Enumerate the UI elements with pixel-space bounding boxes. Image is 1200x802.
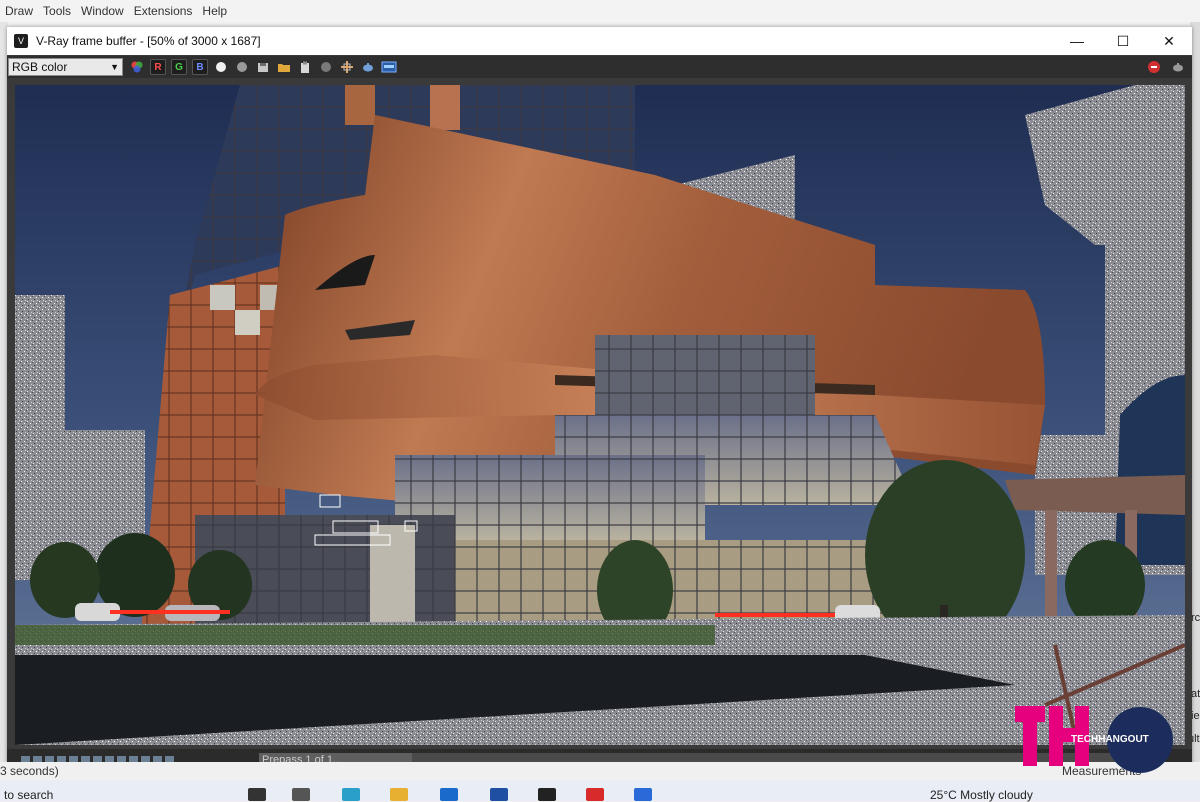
red-channel-button[interactable]: R: [150, 59, 166, 75]
maximize-button[interactable]: ☐: [1100, 27, 1146, 55]
color-channels-icon[interactable]: [129, 59, 145, 75]
vfb-settings-icon[interactable]: [381, 59, 397, 75]
app-icon[interactable]: [490, 788, 508, 801]
menu-help[interactable]: Help: [197, 4, 232, 18]
xbox-icon[interactable]: [538, 788, 556, 801]
clear-image-icon[interactable]: [318, 59, 334, 75]
mail-icon[interactable]: [440, 788, 458, 801]
menu-extensions[interactable]: Extensions: [129, 4, 198, 18]
taskbar-search[interactable]: to search: [4, 788, 53, 802]
window-title: V-Ray frame buffer - [50% of 3000 x 1687…: [36, 34, 261, 48]
window-titlebar[interactable]: V V-Ray frame buffer - [50% of 3000 x 16…: [7, 27, 1192, 55]
menu-draw[interactable]: Draw: [0, 4, 38, 18]
vray-logo-icon: V: [14, 34, 28, 48]
right-panel-label: ie: [1191, 710, 1200, 722]
open-folder-icon[interactable]: [276, 59, 292, 75]
blue-channel-button[interactable]: B: [192, 59, 208, 75]
vfb-toolbar: RGB color ▼ R G B: [7, 56, 1192, 78]
sketchup-icon[interactable]: [586, 788, 604, 801]
chevron-down-icon: ▼: [110, 62, 119, 72]
minimize-button[interactable]: —: [1054, 27, 1100, 55]
green-channel-button[interactable]: G: [171, 59, 187, 75]
channel-select[interactable]: RGB color ▼: [8, 58, 123, 76]
brand-name: TECHHANGOUT: [1071, 734, 1149, 745]
host-menubar: Draw Tools Window Extensions Help: [0, 0, 1200, 22]
app-icon[interactable]: [634, 788, 652, 801]
windows-taskbar: to search 25°C Mostly cloudy: [0, 780, 1200, 802]
region-render-icon[interactable]: [339, 59, 355, 75]
stop-render-icon[interactable]: [1146, 59, 1162, 75]
alpha-white-icon[interactable]: [213, 59, 229, 75]
monochrome-icon[interactable]: [234, 59, 250, 75]
clipboard-icon[interactable]: [297, 59, 313, 75]
search-icon[interactable]: [248, 788, 266, 801]
render-teapot-icon[interactable]: [1170, 59, 1186, 75]
render-canvas[interactable]: [15, 85, 1185, 745]
menu-tools[interactable]: Tools: [38, 4, 76, 18]
save-image-icon[interactable]: [255, 59, 271, 75]
right-panel-label: at: [1191, 688, 1200, 700]
edge-browser-icon[interactable]: [342, 788, 360, 801]
render-time-text: 3 seconds): [0, 764, 59, 778]
file-explorer-icon[interactable]: [390, 788, 408, 801]
render-teapot-icon[interactable]: [360, 59, 376, 75]
menu-window[interactable]: Window: [76, 4, 129, 18]
techhangout-logo: TECHHANGOUT: [1015, 706, 1175, 774]
right-panel-label: rc: [1191, 612, 1200, 624]
channel-select-value: RGB color: [12, 60, 68, 74]
vray-frame-buffer-window: V V-Ray frame buffer - [50% of 3000 x 16…: [7, 27, 1192, 771]
close-button[interactable]: ✕: [1146, 27, 1192, 55]
task-view-icon[interactable]: [292, 788, 310, 801]
rendered-scene-image: [15, 85, 1185, 745]
weather-widget[interactable]: 25°C Mostly cloudy: [930, 788, 1033, 802]
